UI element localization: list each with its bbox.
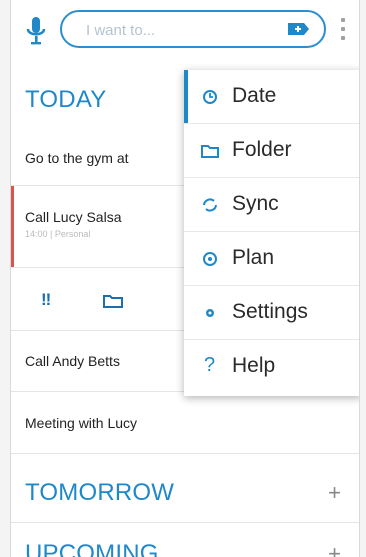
popup-menu: Date Folder Sync Plan Settings ? Help <box>184 70 359 396</box>
task-meta: 14:00 | Personal <box>25 229 91 239</box>
menu-item-help[interactable]: ? Help <box>184 340 359 394</box>
folder-icon <box>201 145 219 158</box>
menu-item-label: Settings <box>232 300 308 323</box>
menu-item-date[interactable]: Date <box>184 70 359 124</box>
menu-item-folder[interactable]: Folder <box>184 124 359 178</box>
add-upcoming-button[interactable]: + <box>328 541 341 557</box>
menu-item-label: Sync <box>232 192 279 215</box>
add-tomorrow-button[interactable]: + <box>328 480 341 506</box>
divider <box>11 522 359 523</box>
section-upcoming[interactable]: UPCOMING <box>25 540 159 557</box>
gear-icon <box>206 309 214 317</box>
task-item[interactable]: Meeting with Lucy <box>11 392 359 454</box>
menu-item-settings[interactable]: Settings <box>184 286 359 340</box>
menu-item-label: Plan <box>232 246 275 269</box>
menu-item-label: Help <box>232 354 276 377</box>
section-tomorrow[interactable]: TOMORROW <box>25 479 174 507</box>
menu-item-plan[interactable]: Plan <box>184 232 359 286</box>
task-title: Call Andy Betts <box>25 353 120 369</box>
task-title: Go to the gym at <box>25 150 129 166</box>
sync-icon <box>203 198 217 212</box>
help-icon: ? <box>204 354 216 376</box>
task-title: Meeting with Lucy <box>25 415 138 431</box>
task-title: Call Lucy Salsa <box>25 209 122 225</box>
clock-icon <box>203 90 217 104</box>
section-today: TODAY <box>25 86 107 113</box>
search-field[interactable] <box>60 10 326 48</box>
menu-item-sync[interactable]: Sync <box>184 178 359 232</box>
menu-item-label: Folder <box>232 138 292 161</box>
priority-button[interactable]: !! <box>41 290 51 310</box>
selected-indicator <box>11 186 14 267</box>
menu-item-label: Date <box>232 84 277 107</box>
folder-icon[interactable] <box>103 294 123 308</box>
top-bar <box>11 0 359 62</box>
plan-icon <box>203 252 217 266</box>
overflow-menu-icon[interactable] <box>338 18 348 44</box>
search-input[interactable] <box>84 18 278 42</box>
microphone-icon[interactable] <box>25 16 47 46</box>
add-tag-icon[interactable] <box>286 22 310 36</box>
app-frame: TODAY Go to the gym at Call Lucy Salsa 1… <box>10 0 360 557</box>
